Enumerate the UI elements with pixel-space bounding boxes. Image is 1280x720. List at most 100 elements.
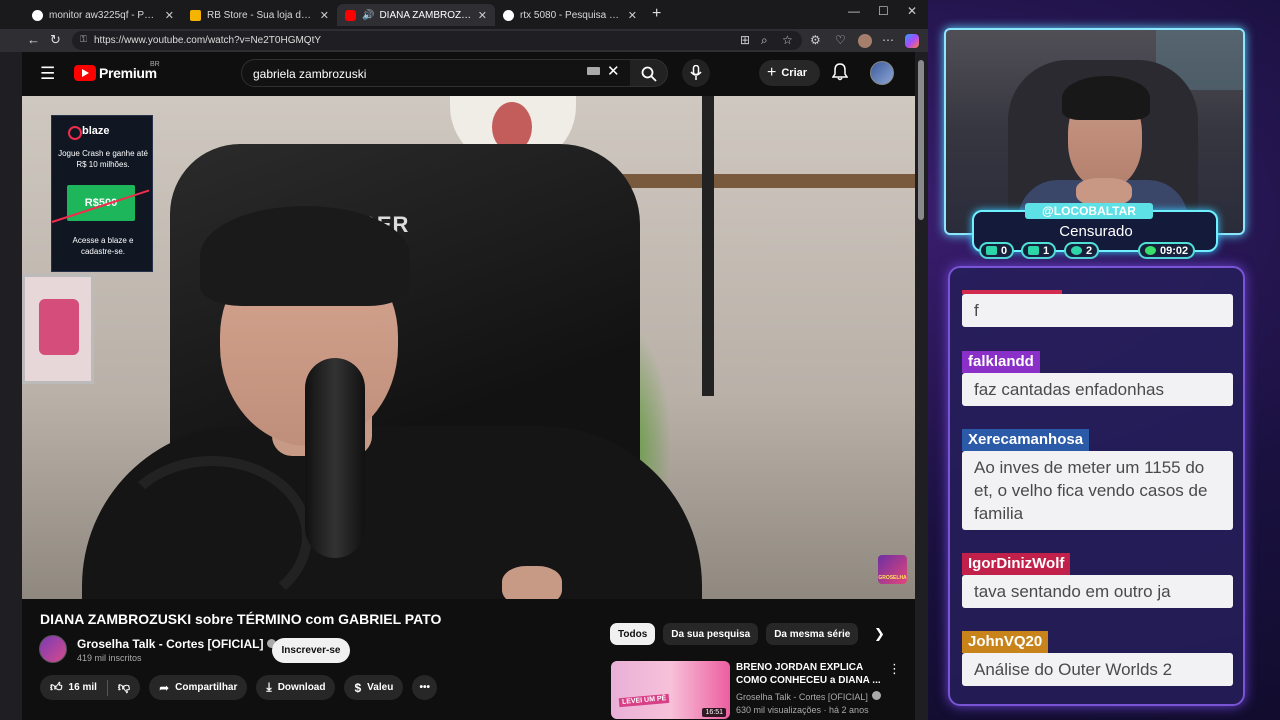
reload-button[interactable]: ↻ xyxy=(50,32,61,48)
tab-rb-store[interactable]: RB Store - Sua loja de hardware ✕ xyxy=(182,4,337,26)
chat-username: Xerecamanhosa xyxy=(962,429,1090,451)
speaker-icon[interactable]: 🔊 xyxy=(362,10,374,21)
create-button[interactable]: + Criar xyxy=(759,60,820,86)
minimize-button[interactable]: — xyxy=(848,4,860,18)
follow-count-badge: 2 xyxy=(1064,242,1100,259)
tab-youtube-video[interactable]: 🔊 DIANA ZAMBROZUSKI sobre ✕ xyxy=(337,4,495,26)
tab-rtx-search[interactable]: rtx 5080 - Pesquisa Google ✕ xyxy=(495,4,645,26)
channel-watermark[interactable]: GROSELHA xyxy=(878,555,907,584)
chat-message-text: Análise do Outer Worlds 2 xyxy=(962,653,1233,686)
person-hair xyxy=(200,206,410,306)
chevron-right-icon[interactable]: ❯ xyxy=(874,626,885,642)
video-player[interactable]: CER blaze Jogue Crash e ganhe até R$ 10 … xyxy=(22,96,915,599)
chat-message-text: tava sentando em outro ja xyxy=(962,575,1233,608)
google-icon xyxy=(32,9,43,21)
address-bar: ← ↻ ⚿ https://www.youtube.com/watch?v=Ne… xyxy=(0,29,928,52)
recommendation-channel[interactable]: Groselha Talk - Cortes [OFICIAL] xyxy=(736,691,881,702)
youtube-icon xyxy=(345,9,356,21)
wall-frame xyxy=(22,274,94,384)
chip-from-search[interactable]: Da sua pesquisa xyxy=(663,623,759,645)
window-close-button[interactable]: ✕ xyxy=(907,4,917,18)
heart-badge-icon xyxy=(1071,246,1082,255)
copilot-icon[interactable] xyxy=(905,34,919,48)
lock-icon: ⚿ xyxy=(80,34,87,44)
streamer-hands xyxy=(1076,178,1132,206)
account-avatar[interactable] xyxy=(870,61,894,85)
menu-icon[interactable]: ☰ xyxy=(40,64,55,84)
close-icon[interactable]: ✕ xyxy=(320,9,329,22)
person-hand xyxy=(502,566,562,599)
video-duration: 16:51 xyxy=(702,708,726,717)
recommendation-title[interactable]: BRENO JORDAN EXPLICA COMO CONHECEU a DIA… xyxy=(736,661,886,687)
maximize-button[interactable]: ☐ xyxy=(878,4,889,18)
clear-search-icon[interactable]: ✕ xyxy=(607,62,620,80)
chat-bubble-icon xyxy=(986,246,997,255)
chat-message: JohnVQ20 Análise do Outer Worlds 2 xyxy=(962,631,1233,686)
thanks-button[interactable]: $ Valeu xyxy=(344,675,404,700)
chat-username: falklandd xyxy=(962,351,1040,373)
blaze-ad-overlay[interactable]: blaze Jogue Crash e ganhe até R$ 10 milh… xyxy=(51,115,153,272)
stream-timer-badge: 09:02 xyxy=(1138,242,1196,259)
page-scrollbar[interactable] xyxy=(916,52,926,720)
streamer-hair xyxy=(1062,76,1150,120)
plus-icon: + xyxy=(767,64,777,81)
scroll-thumb[interactable] xyxy=(918,60,924,220)
extensions-icon[interactable]: ⚙ xyxy=(810,33,821,47)
microphone-icon xyxy=(690,65,702,80)
new-tab-button[interactable]: + xyxy=(652,5,661,23)
download-button[interactable]: ⤓ Download xyxy=(256,675,336,700)
recommendation-chips: Todos Da sua pesquisa Da mesma série xyxy=(610,623,866,645)
notifications-bell-icon[interactable] xyxy=(831,63,849,86)
search-input[interactable]: gabriela zambrozuski xyxy=(241,59,631,87)
chat-username: JohnVQ20 xyxy=(962,631,1049,653)
thumbs-down-icon: 👎︎ xyxy=(117,680,131,694)
rb-store-icon xyxy=(190,9,201,21)
tab-bar: monitor aw3225qf - Pesquisa Goo ✕ RB Sto… xyxy=(0,0,928,29)
more-actions-button[interactable]: ••• xyxy=(412,675,438,700)
tab-monitor-search[interactable]: monitor aw3225qf - Pesquisa Goo ✕ xyxy=(24,4,182,26)
like-button[interactable]: 👍︎ 16 mil xyxy=(40,675,107,700)
favorites-icon[interactable]: ♡ xyxy=(835,33,846,47)
chip-all[interactable]: Todos xyxy=(610,623,656,645)
url-field[interactable]: ⚿ https://www.youtube.com/watch?v=Ne2T0H… xyxy=(72,31,802,50)
voice-search-button[interactable] xyxy=(682,59,710,87)
streamer-username: @LOCOBALTAR xyxy=(1025,203,1153,219)
channel-avatar[interactable] xyxy=(39,635,67,663)
verified-icon xyxy=(871,691,881,700)
favorite-star-icon[interactable]: ☆ xyxy=(782,33,793,47)
dislike-button[interactable]: 👎︎ xyxy=(108,675,140,700)
apps-icon[interactable]: ⊞ xyxy=(740,33,750,47)
subscribe-button[interactable]: Inscrever-se xyxy=(272,638,350,663)
region-label: BR xyxy=(150,61,160,68)
video-icon xyxy=(1028,246,1039,255)
chip-same-series[interactable]: Da mesma série xyxy=(766,623,859,645)
keyboard-icon[interactable] xyxy=(587,67,600,75)
youtube-header: ☰ Premium BR gabriela zambrozuski ✕ + Cr… xyxy=(22,52,915,95)
recommendation-thumbnail[interactable]: LEVEI UM PÉ 16:51 xyxy=(611,661,730,719)
like-dislike-group: 👍︎ 16 mil 👎︎ xyxy=(40,675,141,700)
zoom-icon[interactable]: ⌕ xyxy=(761,33,768,48)
channel-name[interactable]: Groselha Talk - Cortes [OFICIAL] xyxy=(77,637,277,651)
chat-count-badge: 0 xyxy=(979,242,1015,259)
chat-message-text: faz cantadas enfadonhas xyxy=(962,373,1233,406)
search-button[interactable] xyxy=(630,59,668,87)
shelf-post xyxy=(702,96,714,396)
profile-avatar[interactable] xyxy=(858,34,872,48)
thanks-dollar-icon: $ xyxy=(354,680,362,695)
more-menu-icon[interactable]: ⋯ xyxy=(882,33,894,47)
chat-message: IgorDinizWolf tava sentando em outro ja xyxy=(962,553,1233,608)
more-vertical-icon[interactable]: ⋮ xyxy=(888,661,901,677)
back-button[interactable]: ← xyxy=(27,32,40,47)
youtube-logo-icon[interactable] xyxy=(74,65,96,81)
thumbs-up-icon: 👍︎ xyxy=(50,680,63,694)
close-icon[interactable]: ✕ xyxy=(628,9,637,22)
share-button[interactable]: ➦ Compartilhar xyxy=(149,675,248,700)
blaze-logo: blaze xyxy=(68,125,110,140)
chat-message: falklandd faz cantadas enfadonhas xyxy=(962,351,1233,406)
close-icon[interactable]: ✕ xyxy=(478,9,487,22)
ad-cta-button[interactable]: R$500 xyxy=(67,185,135,221)
youtube-brand[interactable]: Premium xyxy=(99,65,157,81)
close-icon[interactable]: ✕ xyxy=(165,9,174,22)
ad-footer-text: Acesse a blaze e cadastre-se. xyxy=(72,236,134,256)
recommendation-meta: 630 mil visualizações · há 2 anos xyxy=(736,705,869,715)
